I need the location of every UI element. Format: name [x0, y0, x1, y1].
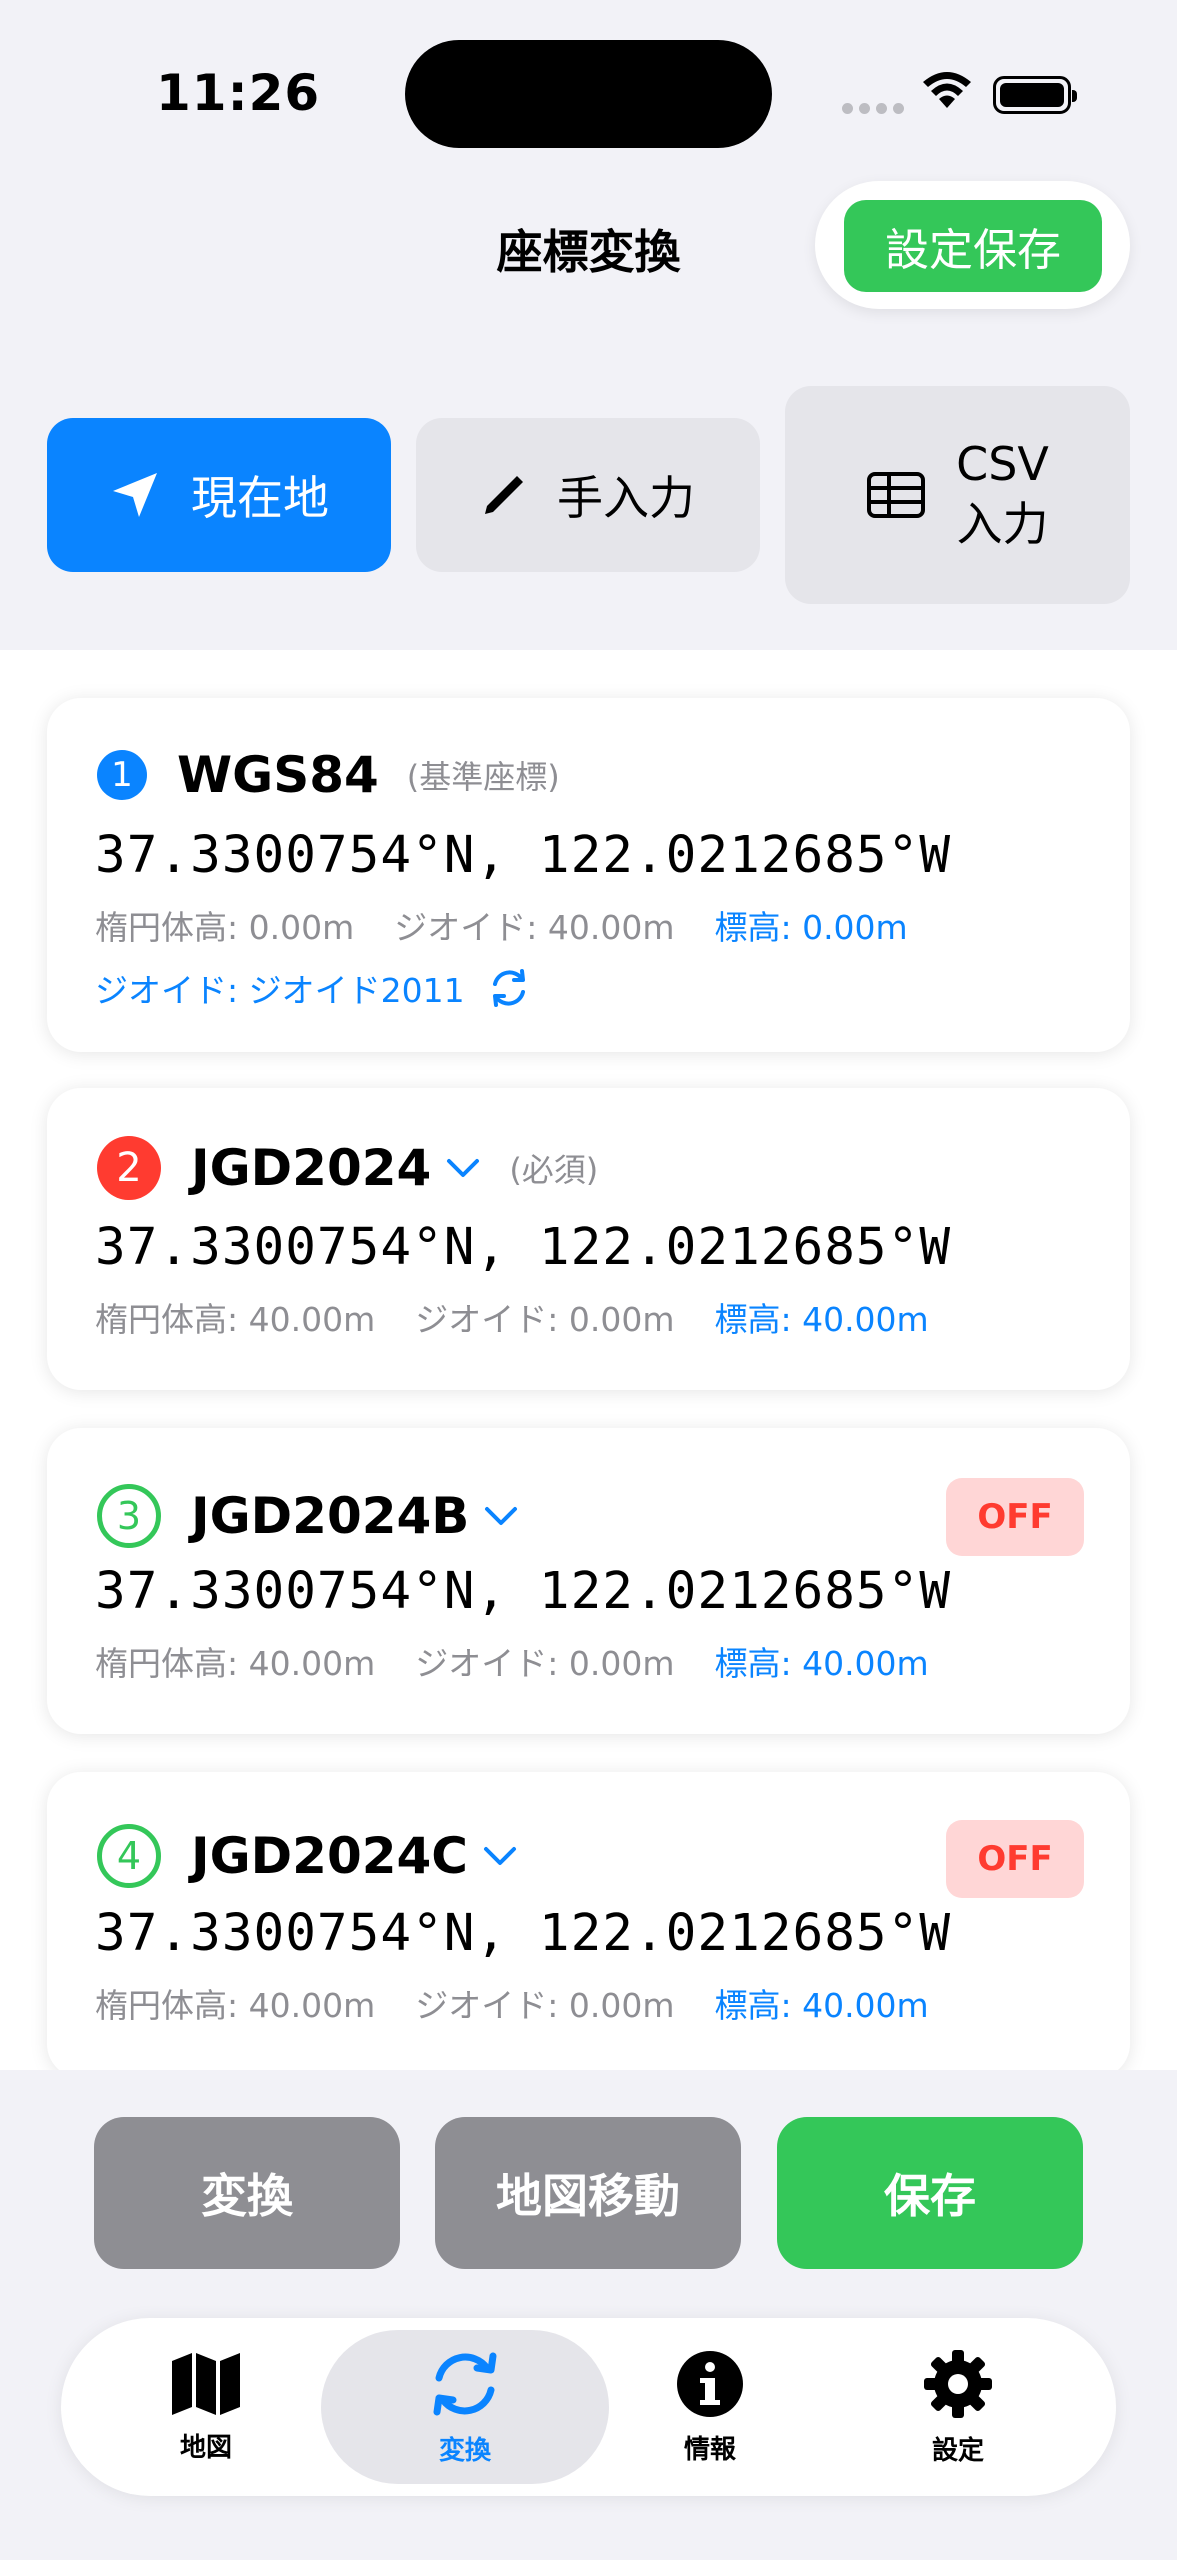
coordinates-text: 37.3300754°N, 122.0212685°W	[95, 1904, 952, 1963]
tab-info[interactable]: 情報	[635, 2318, 785, 2496]
system-name[interactable]: JGD2024C	[191, 1827, 468, 1885]
tab-settings[interactable]: 設定	[883, 2318, 1033, 2496]
tab-label: 地図	[179, 2432, 232, 2463]
coordinate-card-jgd2024[interactable]: 2 JGD2024 (必須) 37.3300754°N, 122.0212685…	[47, 1088, 1130, 1390]
coordinates-text: 37.3300754°N, 122.0212685°W	[95, 826, 952, 885]
location-arrow-icon	[113, 473, 157, 517]
geoid-model-label: ジオイド: ジオイド2011	[95, 971, 465, 1010]
coordinate-list[interactable]: 1 WGS84 (基準座標) 37.3300754°N, 122.0212685…	[0, 650, 1177, 2070]
refresh-icon[interactable]	[487, 966, 531, 1010]
map-move-button[interactable]: 地図移動	[435, 2117, 741, 2269]
chevron-down-icon[interactable]	[483, 1504, 519, 1528]
number-badge: 1	[97, 750, 147, 800]
coordinates-text: 37.3300754°N, 122.0212685°W	[95, 1218, 952, 1277]
system-name[interactable]: JGD2024	[191, 1139, 431, 1197]
number-badge: 4	[97, 1824, 161, 1888]
dynamic-island	[405, 40, 772, 148]
status-time: 11:26	[156, 64, 321, 122]
manual-input-button[interactable]: 手入力	[416, 418, 760, 572]
coordinate-card-jgd2024c[interactable]: 4 JGD2024C OFF 37.3300754°N, 122.0212685…	[47, 1772, 1130, 2070]
manual-input-label: 手入力	[557, 471, 695, 525]
ellipsoid-height: 楕円体高: 40.00m	[95, 1300, 376, 1339]
tab-label: 変換	[438, 2435, 491, 2466]
tab-convert[interactable]: 変換	[390, 2318, 540, 2496]
coordinate-card-wgs84[interactable]: 1 WGS84 (基準座標) 37.3300754°N, 122.0212685…	[47, 698, 1130, 1052]
pencil-icon	[485, 476, 523, 514]
save-settings-button[interactable]: 設定保存	[844, 200, 1102, 292]
current-location-label: 現在地	[191, 471, 329, 525]
elevation: 標高: 40.00m	[714, 1986, 929, 2025]
ellipsoid-height: 楕円体高: 0.00m	[95, 908, 355, 947]
elevation: 標高: 40.00m	[714, 1300, 929, 1339]
ellipsoid-height: 楕円体高: 40.00m	[95, 1644, 376, 1683]
tab-label: 情報	[683, 2434, 736, 2465]
ellipsoid-height: 楕円体高: 40.00m	[95, 1986, 376, 2025]
gear-icon	[924, 2349, 992, 2418]
geoid-height: ジオイド: 0.00m	[415, 1986, 675, 2025]
wifi-icon	[923, 72, 971, 108]
battery-icon	[993, 76, 1077, 114]
elevation: 標高: 0.00m	[714, 908, 908, 947]
off-toggle[interactable]: OFF	[946, 1820, 1084, 1898]
table-icon	[867, 472, 926, 518]
system-note: (必須)	[509, 1151, 599, 1189]
coordinate-card-jgd2024b[interactable]: 3 JGD2024B OFF 37.3300754°N, 122.0212685…	[47, 1428, 1130, 1734]
system-note: (基準座標)	[406, 758, 560, 796]
card-header: 2 JGD2024 (必須)	[97, 1136, 598, 1200]
geoid-height: ジオイド: 40.00m	[394, 908, 675, 947]
geoid-height: ジオイド: 0.00m	[415, 1300, 675, 1339]
coordinates-text: 37.3300754°N, 122.0212685°W	[95, 1562, 952, 1621]
elevation: 標高: 40.00m	[714, 1644, 929, 1683]
cellular-signal-icon	[842, 103, 904, 114]
geoid-height: ジオイド: 0.00m	[415, 1644, 675, 1683]
system-name: WGS84	[177, 746, 379, 804]
chevron-down-icon[interactable]	[445, 1156, 481, 1180]
tab-map[interactable]: 地図	[131, 2318, 281, 2496]
off-toggle[interactable]: OFF	[946, 1478, 1084, 1556]
card-header: 4 JGD2024C	[97, 1824, 518, 1888]
csv-input-label: CSV 入力	[956, 437, 1049, 551]
save-button[interactable]: 保存	[777, 2117, 1083, 2269]
tab-bar: 地図 変換 情報 設定	[61, 2318, 1116, 2496]
status-bar: 11:26	[0, 0, 1177, 190]
map-icon	[172, 2352, 240, 2415]
card-header: 3 JGD2024B	[97, 1484, 519, 1548]
tab-label: 設定	[931, 2435, 984, 2466]
current-location-button[interactable]: 現在地	[47, 418, 391, 572]
number-badge: 3	[97, 1484, 161, 1548]
card-header: 1 WGS84 (基準座標)	[97, 746, 560, 804]
csv-input-button[interactable]: CSV 入力	[785, 386, 1130, 604]
geoid-model-selector[interactable]: ジオイド: ジオイド2011	[95, 964, 531, 1012]
convert-icon	[433, 2352, 497, 2415]
height-values: 楕円体高: 40.00m ジオイド: 0.00m 標高: 40.00m	[95, 1637, 929, 1685]
chevron-down-icon[interactable]	[482, 1844, 518, 1868]
height-values: 楕円体高: 0.00m ジオイド: 40.00m 標高: 0.00m	[95, 901, 908, 949]
save-settings-container: 設定保存	[815, 181, 1130, 309]
system-name[interactable]: JGD2024B	[191, 1487, 469, 1545]
info-icon	[677, 2350, 743, 2417]
number-badge: 2	[97, 1136, 161, 1200]
convert-button[interactable]: 変換	[94, 2117, 400, 2269]
height-values: 楕円体高: 40.00m ジオイド: 0.00m 標高: 40.00m	[95, 1979, 929, 2027]
height-values: 楕円体高: 40.00m ジオイド: 0.00m 標高: 40.00m	[95, 1293, 929, 1341]
